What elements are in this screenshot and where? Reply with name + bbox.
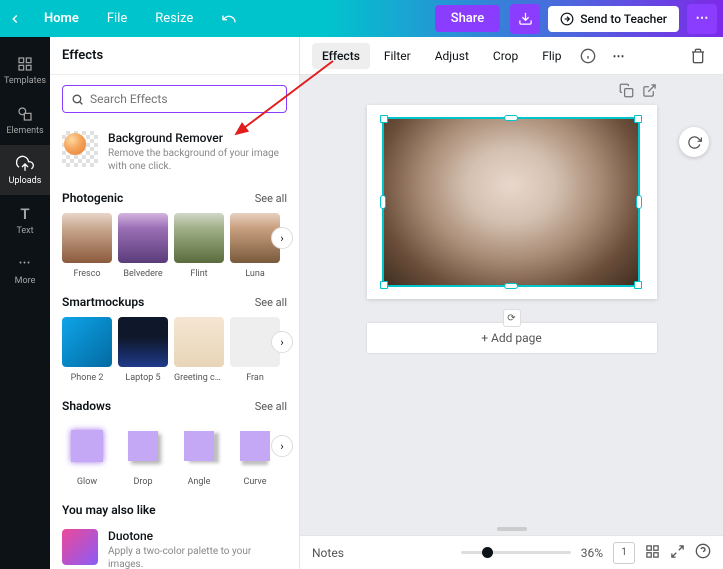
- open-page-button[interactable]: [642, 83, 657, 102]
- smartmockup-thumb[interactable]: [62, 317, 112, 367]
- page-nav-button[interactable]: 1: [613, 542, 635, 564]
- smartmockup-thumb[interactable]: [118, 317, 168, 367]
- search-input[interactable]: [90, 92, 278, 106]
- file-menu[interactable]: File: [93, 0, 141, 37]
- tab-filter[interactable]: Filter: [374, 43, 421, 69]
- shadow-thumb[interactable]: [174, 421, 224, 471]
- effects-panel: Effects Background Remover Remove the ba…: [50, 37, 300, 569]
- more-menu-button[interactable]: ⋯: [687, 4, 717, 34]
- resize-handle[interactable]: [380, 195, 386, 209]
- scroll-right-button[interactable]: ›: [271, 331, 293, 353]
- scroll-right-button[interactable]: ›: [271, 227, 293, 249]
- zoom-slider[interactable]: [461, 551, 571, 554]
- canvas-page[interactable]: [367, 105, 657, 299]
- photogenic-thumb[interactable]: [118, 213, 168, 263]
- duplicate-page-button[interactable]: [619, 83, 634, 102]
- bg-remover-icon: [62, 131, 98, 167]
- resize-handle[interactable]: [504, 283, 518, 289]
- canvas-area: Effects Filter Adjust Crop Flip ⋯: [300, 37, 723, 569]
- help-button[interactable]: [695, 543, 711, 562]
- back-button[interactable]: [0, 12, 30, 26]
- undo-button[interactable]: [207, 0, 251, 37]
- nav-more[interactable]: •••More: [0, 245, 50, 295]
- smartmockup-thumb[interactable]: [174, 317, 224, 367]
- duotone-item[interactable]: Duotone Apply a two-color palette to you…: [62, 525, 287, 569]
- resize-handle[interactable]: [380, 115, 388, 123]
- shadow-thumb[interactable]: [62, 421, 112, 471]
- seeall-smartmockups[interactable]: See all: [255, 296, 287, 309]
- background-remover-item[interactable]: Background Remover Remove the background…: [62, 127, 287, 177]
- tab-crop[interactable]: Crop: [483, 43, 528, 69]
- zoom-knob[interactable]: [482, 547, 493, 558]
- resize-handle[interactable]: [634, 281, 642, 289]
- photogenic-thumb[interactable]: [62, 213, 112, 263]
- notes-button[interactable]: Notes: [312, 546, 344, 560]
- side-nav: Templates Elements Uploads TText •••More: [0, 37, 50, 569]
- photogenic-thumb[interactable]: [174, 213, 224, 263]
- tab-adjust[interactable]: Adjust: [425, 43, 479, 69]
- layout-icon: [16, 55, 34, 73]
- resize-handle[interactable]: [504, 115, 518, 121]
- grid-view-button[interactable]: [645, 544, 660, 562]
- section-also-like: You may also like: [62, 503, 156, 517]
- bottom-bar: Notes 36% 1: [300, 535, 723, 569]
- seeall-shadows[interactable]: See all: [255, 400, 287, 413]
- fullscreen-button[interactable]: [670, 544, 685, 562]
- scroll-right-button[interactable]: ›: [271, 435, 293, 457]
- search-effects[interactable]: [62, 85, 287, 113]
- tab-flip[interactable]: Flip: [532, 43, 571, 69]
- cloud-upload-icon: [16, 155, 34, 173]
- download-button[interactable]: [510, 4, 540, 34]
- section-photogenic: Photogenic: [62, 191, 123, 205]
- shadow-thumb[interactable]: [118, 421, 168, 471]
- delete-button[interactable]: [685, 43, 711, 69]
- nav-templates[interactable]: Templates: [0, 45, 50, 95]
- tab-effects[interactable]: Effects: [312, 43, 370, 69]
- share-button[interactable]: Share: [435, 5, 501, 32]
- shapes-icon: [16, 105, 34, 123]
- home-button[interactable]: Home: [30, 0, 93, 37]
- nav-uploads[interactable]: Uploads: [0, 145, 50, 195]
- bg-remover-desc: Remove the background of your image with…: [108, 147, 287, 173]
- sync-icon: ⟳: [503, 309, 521, 327]
- info-button[interactable]: [575, 43, 601, 69]
- section-shadows: Shadows: [62, 399, 111, 413]
- teacher-label: Send to Teacher: [580, 12, 667, 26]
- panel-title: Effects: [50, 37, 299, 75]
- seeall-photogenic[interactable]: See all: [255, 192, 287, 205]
- text-icon: T: [16, 205, 34, 223]
- resize-menu[interactable]: Resize: [141, 0, 207, 37]
- duotone-icon: [62, 529, 98, 565]
- add-page-button[interactable]: ⟳ + Add page: [367, 323, 657, 353]
- more-options-button[interactable]: ⋯: [605, 43, 631, 69]
- zoom-value[interactable]: 36%: [581, 546, 603, 560]
- nav-elements[interactable]: Elements: [0, 95, 50, 145]
- resize-handle[interactable]: [636, 195, 642, 209]
- resize-handle[interactable]: [634, 115, 642, 123]
- send-to-teacher-button[interactable]: Send to Teacher: [548, 6, 679, 32]
- resize-handle[interactable]: [380, 281, 388, 289]
- selected-image[interactable]: [382, 117, 640, 287]
- panel-drag-handle[interactable]: [497, 527, 527, 531]
- bg-remover-title: Background Remover: [108, 131, 287, 145]
- search-icon: [71, 93, 84, 106]
- more-dots-icon: •••: [16, 255, 34, 273]
- nav-text[interactable]: TText: [0, 195, 50, 245]
- context-toolbar: Effects Filter Adjust Crop Flip ⋯: [300, 37, 723, 75]
- top-toolbar: Home File Resize Share Send to Teacher ⋯: [0, 0, 723, 37]
- section-smartmockups: Smartmockups: [62, 295, 144, 309]
- reset-zoom-button[interactable]: [679, 127, 709, 157]
